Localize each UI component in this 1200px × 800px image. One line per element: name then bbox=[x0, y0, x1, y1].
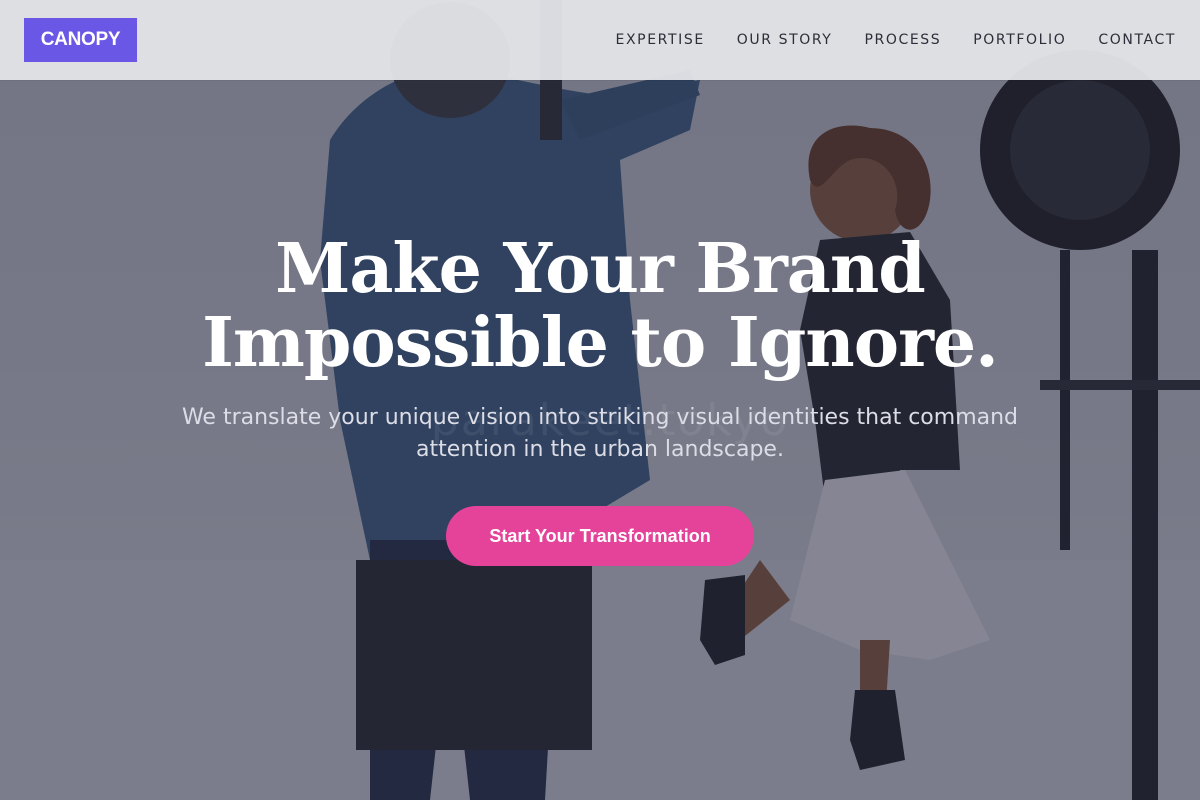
start-transformation-button[interactable]: Start Your Transformation bbox=[446, 506, 754, 566]
nav-link-process[interactable]: PROCESS bbox=[864, 32, 941, 48]
top-navigation: CANOPY EXPERTISE OUR STORY PROCESS PORTF… bbox=[0, 0, 1200, 80]
nav-links: EXPERTISE OUR STORY PROCESS PORTFOLIO CO… bbox=[616, 0, 1176, 80]
headline-line-1: Make Your Brand bbox=[275, 229, 926, 309]
nav-link-contact[interactable]: CONTACT bbox=[1098, 32, 1176, 48]
hero-subtitle: We translate your unique vision into str… bbox=[181, 405, 1019, 462]
nav-link-expertise[interactable]: EXPERTISE bbox=[616, 32, 705, 48]
hero-headline: Make Your Brand Impossible to Ignore. bbox=[100, 232, 1100, 380]
nav-link-our-story[interactable]: OUR STORY bbox=[737, 32, 833, 48]
canopy-logo[interactable]: CANOPY bbox=[24, 18, 137, 62]
headline-line-2: Impossible to Ignore. bbox=[202, 303, 999, 383]
nav-link-portfolio[interactable]: PORTFOLIO bbox=[973, 32, 1066, 48]
hero-section: parakeet.tokyo Make Your Brand Impossibl… bbox=[0, 0, 1200, 800]
